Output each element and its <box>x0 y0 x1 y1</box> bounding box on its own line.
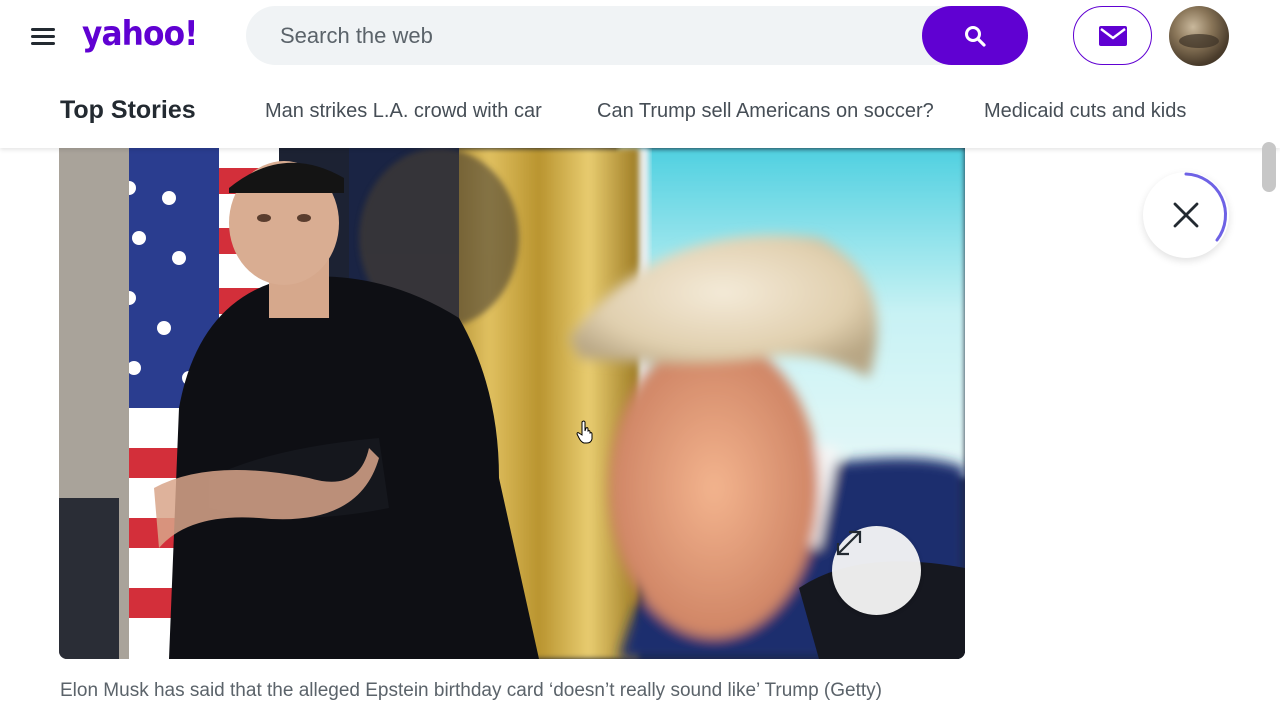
mail-button[interactable] <box>1073 6 1152 65</box>
nav-link-story-3[interactable]: Medicaid cuts and kids <box>984 100 1186 123</box>
top-stories-nav: Top Stories Man strikes L.A. crowd with … <box>0 84 1280 142</box>
search-bar <box>246 6 1028 65</box>
yahoo-news-page: yahoo! Top Stories Man strikes L.A. crow… <box>0 0 1280 720</box>
nav-link-story-1[interactable]: Man strikes L.A. crowd with car <box>265 100 542 123</box>
avatar[interactable] <box>1169 6 1229 66</box>
nav-title: Top Stories <box>60 96 196 124</box>
article-image[interactable] <box>59 148 965 659</box>
site-header: yahoo! Top Stories Man strikes L.A. crow… <box>0 0 1280 148</box>
mail-icon <box>1098 25 1127 46</box>
search-button[interactable] <box>922 6 1028 65</box>
article-photo <box>59 148 965 659</box>
hand-cursor-icon <box>576 420 593 444</box>
scrollbar-thumb[interactable] <box>1262 142 1276 192</box>
expand-icon <box>836 530 862 556</box>
search-icon <box>965 25 986 47</box>
close-button[interactable] <box>1143 172 1229 258</box>
image-caption: Elon Musk has said that the alleged Epst… <box>60 680 882 701</box>
search-input[interactable] <box>280 6 900 65</box>
yahoo-logo[interactable]: yahoo! <box>82 14 198 54</box>
loading-ring-icon <box>1184 172 1228 242</box>
expand-image-button[interactable] <box>832 526 921 615</box>
nav-link-story-2[interactable]: Can Trump sell Americans on soccer? <box>597 100 934 123</box>
hamburger-icon[interactable] <box>28 24 58 50</box>
